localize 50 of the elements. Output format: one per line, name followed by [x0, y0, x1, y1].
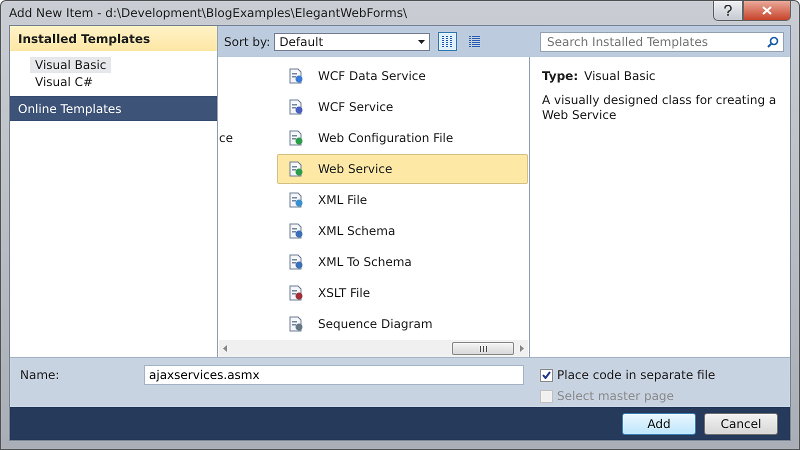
template-item[interactable]: Web Service: [277, 154, 528, 184]
search-icon: [767, 36, 779, 48]
template-item[interactable]: WCF Service: [277, 92, 528, 122]
window-title: Add New Item - d:\Development\BlogExamples\ElegantWebForms\: [9, 6, 407, 20]
sidebar-item[interactable]: Visual C#: [30, 74, 98, 90]
horizontal-scrollbar[interactable]: [219, 340, 528, 357]
template-icon: [288, 254, 304, 270]
name-field[interactable]: ajaxservices.asmx: [144, 365, 524, 385]
template-description: A visually designed class for creating a Web Service: [542, 93, 778, 123]
scroll-right-icon: [520, 345, 524, 352]
checkbox-label: Select master page: [557, 389, 674, 403]
help-icon: [724, 5, 732, 16]
checkbox[interactable]: [540, 368, 553, 382]
sidebar-item[interactable]: Visual Basic: [30, 57, 112, 73]
close-icon: [762, 6, 772, 15]
view-button[interactable]: [438, 32, 458, 51]
template-icon: [288, 223, 304, 239]
cancel-button[interactable]: Cancel: [704, 412, 778, 434]
grip-icon: [480, 346, 486, 352]
type-value: Visual Basic: [584, 69, 656, 83]
template-item[interactable]: XML Schema: [277, 216, 528, 246]
template-item[interactable]: XML To Schema: [277, 247, 528, 277]
scrollbar-thumb[interactable]: [452, 342, 514, 355]
caret-icon: [418, 40, 426, 44]
template-item[interactable]: XSLT File: [277, 278, 528, 308]
template-item[interactable]: XML File: [277, 185, 528, 215]
template-item[interactable]: WCF Data Service: [277, 61, 528, 91]
medium-icons-icon: [441, 35, 454, 48]
name-label: Name:: [20, 368, 60, 382]
template-icon: [288, 68, 304, 84]
add-button[interactable]: Add: [622, 412, 696, 434]
template-icon: [288, 285, 304, 301]
sort-dropdown[interactable]: Default: [274, 32, 430, 50]
checkbox-label: Place code in separate file: [557, 368, 716, 382]
template-item[interactable]: Sequence Diagram: [277, 309, 528, 339]
type-label: Type:: [542, 69, 578, 83]
template-icon: [288, 316, 304, 332]
template-icon: [288, 99, 304, 115]
template-column-text: ce: [219, 131, 233, 145]
scroll-left-icon: [223, 345, 227, 352]
section-header[interactable]: Online Templates: [10, 96, 217, 121]
sort-label: Sort by:: [224, 34, 270, 48]
template-icon: [288, 161, 304, 177]
close-button[interactable]: [743, 1, 791, 21]
list-icon: [468, 35, 482, 48]
template-icon: [288, 130, 304, 146]
help-button[interactable]: [713, 1, 743, 21]
template-icon: [288, 192, 304, 208]
search-field[interactable]: Search Installed Templates: [540, 32, 784, 52]
section-header[interactable]: Installed Templates: [10, 26, 217, 51]
